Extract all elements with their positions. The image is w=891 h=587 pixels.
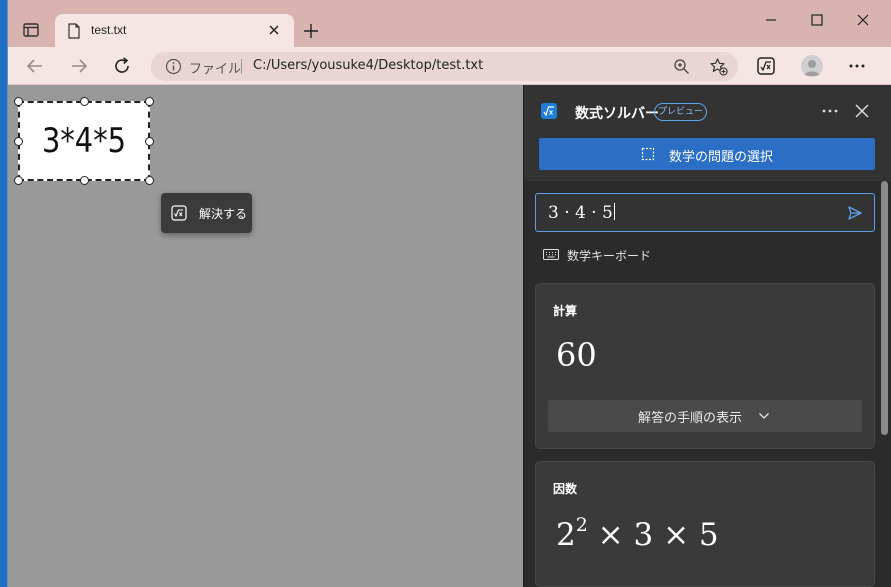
show-solution-steps-label: 解答の手順の表示: [638, 411, 743, 426]
factor-expression: 22 × 3 × 5: [556, 514, 719, 553]
panel-close-icon[interactable]: [852, 101, 872, 121]
panel-more-icon[interactable]: [820, 101, 840, 121]
select-math-problem-button[interactable]: 数学の問題の選択: [539, 138, 875, 170]
toolbar: ファイル C:/Users/yousuke4/Desktop/test.txt: [8, 47, 891, 85]
zoom-icon[interactable]: [673, 58, 690, 75]
page-content: 3*4*5 解決する: [8, 85, 523, 587]
new-tab-icon[interactable]: [302, 22, 320, 40]
tab-title: test.txt: [91, 23, 127, 37]
math-expression-value: 3 · 4 · 5: [548, 203, 615, 223]
add-favorite-icon[interactable]: [709, 57, 728, 76]
address-scheme-label: ファイル: [189, 62, 242, 77]
math-expression-input[interactable]: 3 · 4 · 5: [535, 193, 875, 232]
tab-strip: test.txt: [8, 0, 891, 47]
profile-avatar[interactable]: [801, 55, 823, 77]
resize-handle-bottom-right[interactable]: [145, 176, 154, 185]
select-math-problem-label: 数学の問題の選択: [669, 150, 774, 165]
tab-actions-icon[interactable]: [22, 21, 40, 39]
address-separator: [241, 59, 242, 74]
calculation-title: 計算: [553, 304, 578, 318]
close-window-button[interactable]: [843, 6, 883, 34]
calculation-card: 計算 60 解答の手順の表示: [535, 283, 875, 449]
solve-button-label: 解決する: [199, 207, 248, 221]
factor-card: 因数 22 × 3 × 5: [535, 461, 875, 587]
math-solver-icon: [171, 205, 187, 221]
send-icon[interactable]: [847, 205, 863, 221]
tab-test-txt[interactable]: test.txt: [55, 14, 294, 47]
resize-handle-right[interactable]: [145, 137, 154, 146]
person-icon: [804, 60, 820, 76]
file-icon: [68, 23, 80, 39]
address-bar[interactable]: ファイル C:/Users/yousuke4/Desktop/test.txt: [151, 52, 738, 81]
solve-button[interactable]: 解決する: [161, 193, 252, 233]
show-solution-steps-button[interactable]: 解答の手順の表示: [548, 400, 862, 432]
selection-frame-icon: [641, 147, 655, 161]
math-solver-toolbar-icon[interactable]: [755, 55, 777, 77]
resize-handle-bottom[interactable]: [80, 176, 89, 185]
calculation-result: 60: [556, 336, 597, 374]
refresh-button[interactable]: [111, 55, 133, 77]
math-solver-panel: 数式ソルバー プレビュー 数学の問題の選択 3 · 4 · 5 数学キーボード …: [523, 85, 891, 587]
resize-handle-top-left[interactable]: [14, 97, 23, 106]
keyboard-icon: [543, 249, 559, 260]
resize-handle-top[interactable]: [80, 97, 89, 106]
panel-title: 数式ソルバー: [575, 106, 659, 122]
minimize-button[interactable]: [751, 6, 791, 34]
panel-scrollbar[interactable]: [881, 181, 888, 587]
back-button[interactable]: [24, 55, 46, 77]
factor-title: 因数: [553, 482, 578, 496]
math-keyboard-label: 数学キーボード: [567, 249, 652, 263]
chevron-down-icon: [759, 413, 769, 419]
preview-badge: プレビュー: [654, 103, 707, 121]
resize-handle-top-right[interactable]: [145, 97, 154, 106]
maximize-button[interactable]: [797, 6, 837, 34]
forward-button[interactable]: [68, 55, 90, 77]
close-tab-icon[interactable]: [266, 22, 282, 38]
panel-header: 数式ソルバー プレビュー 数学の問題の選択: [524, 85, 891, 181]
resize-handle-bottom-left[interactable]: [14, 176, 23, 185]
selected-expression: 3*4*5: [41, 121, 127, 161]
panel-scrollbar-thumb[interactable]: [881, 181, 888, 435]
browser-window: test.txt ファイル C:/Users/yousuke4/Desktop/…: [7, 0, 891, 587]
address-url[interactable]: C:/Users/yousuke4/Desktop/test.txt: [253, 58, 483, 73]
math-selection-box[interactable]: 3*4*5: [18, 101, 150, 181]
info-icon[interactable]: [165, 58, 182, 75]
more-options-icon[interactable]: [846, 55, 868, 77]
math-solver-logo-icon: [541, 103, 557, 119]
resize-handle-left[interactable]: [14, 137, 23, 146]
